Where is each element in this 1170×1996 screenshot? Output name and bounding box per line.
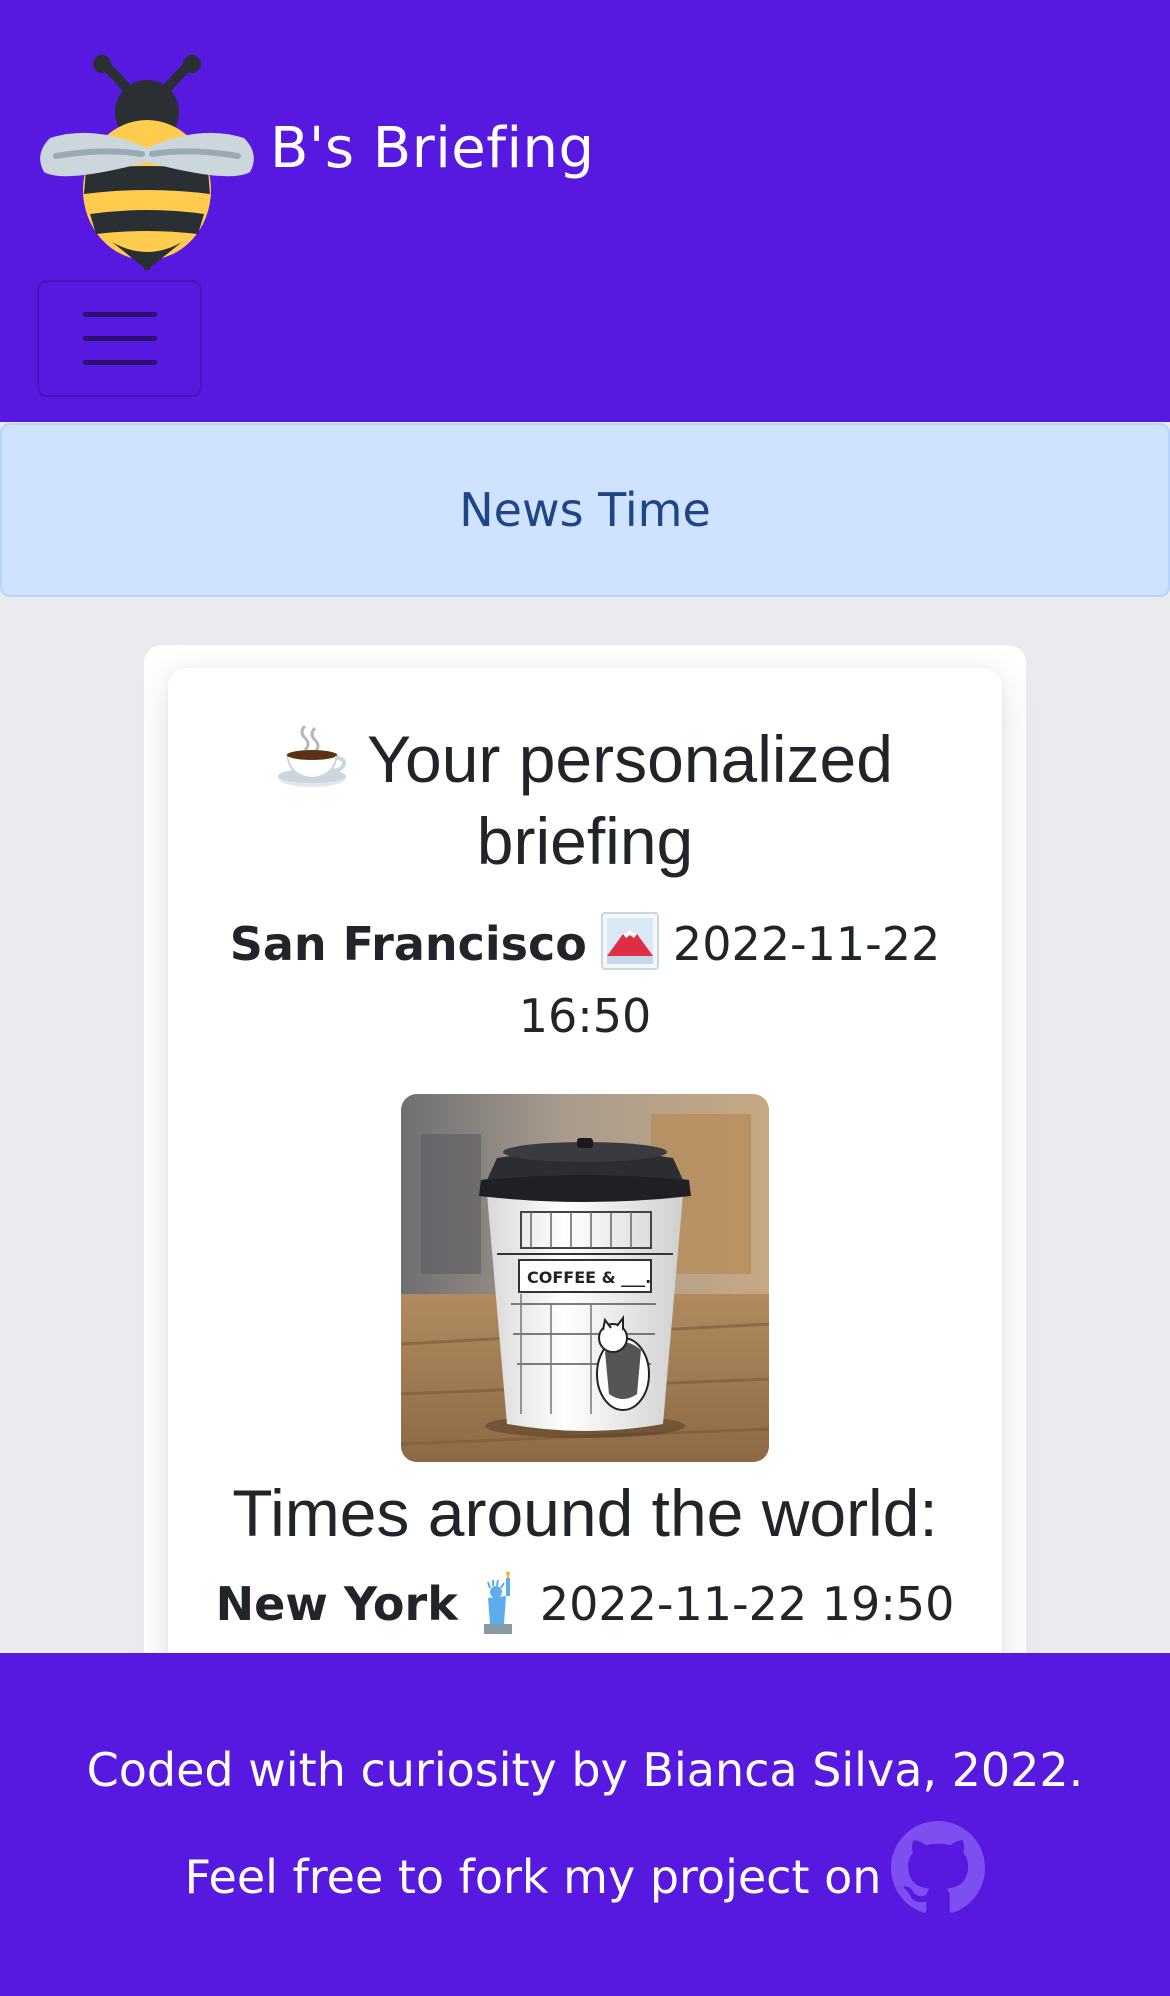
mount-fuji-picture-icon (600, 912, 659, 970)
coffee-cup-photo: COFFEE & ___. (401, 1094, 769, 1462)
local-city: San Francisco (229, 917, 587, 971)
footer: Coded with curiosity by Bianca Silva, 20… (0, 1653, 1170, 1996)
github-icon (891, 1821, 986, 1913)
briefing-card: Your personalized briefing San Francisco… (168, 668, 1002, 1768)
briefing-title-text: Your personalized briefing (367, 722, 893, 878)
statue-of-liberty-icon (483, 1572, 512, 1634)
bee-icon (40, 55, 254, 270)
world-time-row: New York 2022-11-22 19:50 (168, 1568, 1002, 1640)
local-time-line: San Francisco 2022-11-22 16:50 (168, 908, 1002, 1052)
briefing-title: Your personalized briefing (168, 718, 1002, 882)
brand-name: B's Briefing (270, 115, 595, 181)
github-link[interactable] (881, 1821, 986, 1913)
world-city: New York (215, 1577, 458, 1631)
world-datetime: 2022-11-22 19:50 (539, 1577, 955, 1631)
navbar: B's Briefing (0, 0, 1170, 422)
world-times-heading: Times around the world: (232, 1476, 938, 1550)
hamburger-menu-icon (82, 311, 157, 365)
svg-text:COFFEE & ___.: COFFEE & ___. (527, 1268, 651, 1287)
footer-text: Coded with curiosity by Bianca Silva, 20… (40, 1719, 1130, 1928)
hot-beverage-icon (278, 724, 347, 787)
alert-text: News Time (459, 483, 711, 537)
navbar-toggle-button[interactable] (37, 280, 202, 397)
brand-link[interactable]: B's Briefing (34, 44, 595, 270)
news-time-alert: News Time (0, 423, 1170, 597)
